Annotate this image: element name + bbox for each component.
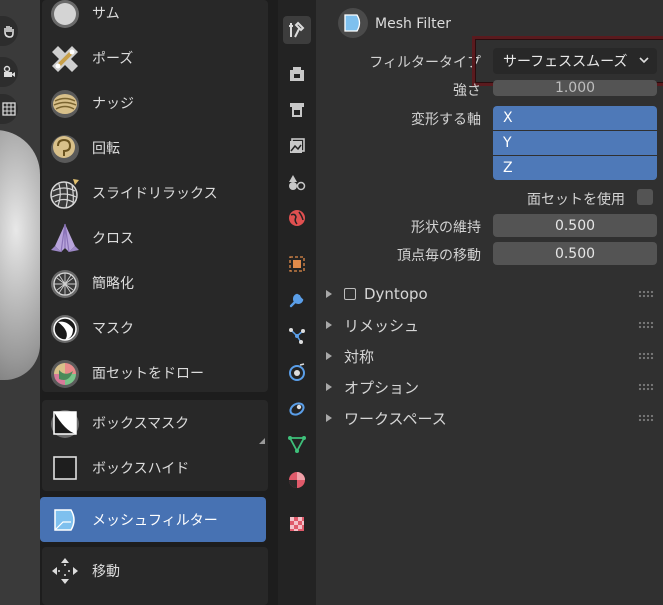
3d-viewport[interactable] [0,0,40,605]
tab-view-layer[interactable] [283,132,311,160]
tool-header-title: Mesh Filter [375,16,451,32]
drag-grip-icon[interactable] [638,414,654,422]
dyntopo-checkbox[interactable] [344,288,356,300]
tool-box-hide[interactable]: ボックスハイド [40,445,266,490]
tab-object[interactable] [283,250,311,278]
axis-z-toggle[interactable]: Z [493,156,657,180]
camera-icon[interactable] [0,57,18,87]
tool-shelf: サム ポーズ ナッジ 回転 スライドリラックス クロス 簡略化 マスク 面セット… [40,0,272,605]
scene-icon [289,175,306,191]
nudge-brush-icon [48,86,82,120]
expand-triangle-icon [326,383,332,391]
per-vertex-displacement-field[interactable]: 0.500 [493,242,657,265]
texture-icon [290,517,304,531]
properties-tab-bar [278,0,316,605]
constraints-icon [289,402,305,416]
tool-box-mask[interactable]: ボックスマスク [40,400,266,445]
panel-workspace[interactable]: ワークスペース [326,407,656,429]
cloth-brush-icon [48,221,82,255]
thumb-brush-icon [48,0,82,30]
per-vertex-displacement-label: 頂点毎の移動 [397,248,481,264]
drag-grip-icon[interactable] [638,290,654,298]
tab-tool[interactable] [283,16,311,44]
slide-relax-brush-icon [48,176,82,210]
box-hide-icon [48,451,82,485]
strength-label: 強さ [453,83,481,99]
drag-grip-icon[interactable] [638,383,654,391]
world-icon [289,210,305,226]
move-icon [48,554,82,588]
draw-face-sets-icon [48,356,82,390]
tab-material[interactable] [283,466,311,494]
tool-mesh-filter[interactable]: メッシュフィルター [40,497,266,542]
mesh-filter-icon [48,503,82,537]
expand-triangle-icon [326,414,332,422]
tool-cloth[interactable]: クロス [40,215,266,260]
deform-axis-label: 変形する軸 [411,112,481,128]
use-face-sets-label: 面セットを使用 [527,192,625,208]
tool-pose[interactable]: ポーズ [40,35,266,80]
panel-symmetry[interactable]: 対称 [326,345,656,367]
particles-icon [289,328,305,344]
strength-field[interactable]: 1.000 [493,80,657,96]
tool-slide-relax[interactable]: スライドリラックス [40,170,266,215]
tool-thumb[interactable]: サム [40,0,266,35]
expand-triangle-icon [326,352,332,360]
drag-grip-icon[interactable] [638,352,654,360]
physics-icon [289,363,305,381]
wrench-icon [289,293,304,308]
tab-world[interactable] [283,204,311,232]
tab-modifiers[interactable] [283,286,311,314]
tab-scene[interactable] [283,168,311,196]
pose-brush-icon [48,41,82,75]
tab-particles[interactable] [283,322,311,350]
expand-triangle-icon [326,321,332,329]
tab-constraints[interactable] [283,394,311,422]
panel-options[interactable]: オプション [326,376,656,398]
view-layer-icon [290,138,305,153]
panel-dyntopo[interactable]: Dyntopo [326,283,656,305]
mesh-data-icon [288,436,306,453]
tab-physics[interactable] [283,358,311,386]
filter-type-label: フィルタータイプ [369,55,481,71]
sculpt-mesh [0,130,40,380]
drag-grip-icon[interactable] [638,321,654,329]
shape-preservation-field[interactable]: 0.500 [493,214,657,237]
axis-x-toggle[interactable]: X [493,106,657,130]
properties-editor: Mesh Filter フィルタータイプ サーフェススムーズ 強さ 1.000 … [316,0,663,605]
output-icon [290,103,304,117]
tool-move[interactable]: 移動 [40,548,266,593]
tool-nudge[interactable]: ナッジ [40,80,266,125]
material-icon [289,472,305,488]
tab-data[interactable] [283,430,311,458]
grid-view-icon[interactable] [0,94,18,124]
panel-remesh[interactable]: リメッシュ [326,314,656,336]
tab-output[interactable] [283,96,311,124]
box-mask-icon [48,406,82,440]
expand-triangle-icon [326,290,332,298]
highlight-box [472,36,663,86]
shape-preservation-label: 形状の維持 [411,220,481,236]
simplify-brush-icon [48,266,82,300]
tool-rotate[interactable]: 回転 [40,125,266,170]
mesh-filter-header-icon [338,8,368,38]
use-face-sets-checkbox[interactable] [637,189,653,205]
object-icon [289,256,305,272]
hand-icon[interactable] [0,16,18,46]
tool-settings-icon [289,21,305,38]
rotate-brush-icon [48,131,82,165]
tool-mask[interactable]: マスク [40,305,266,350]
mask-brush-icon [48,311,82,345]
tab-render[interactable] [283,60,311,88]
render-icon [290,67,304,81]
tab-texture[interactable] [283,510,311,538]
tool-draw-face-sets[interactable]: 面セットをドロー [40,350,266,395]
axis-y-toggle[interactable]: Y [493,131,657,155]
tool-simplify[interactable]: 簡略化 [40,260,266,305]
